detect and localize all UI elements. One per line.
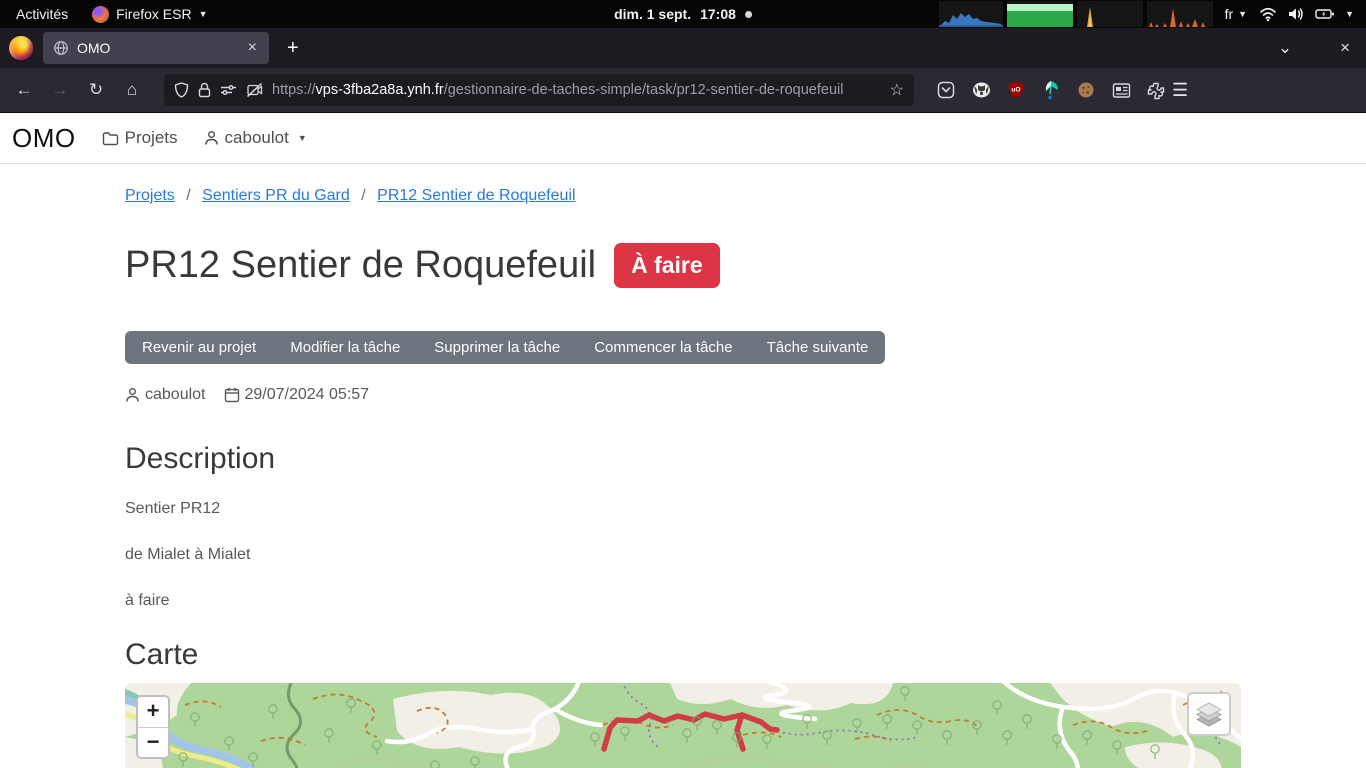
action-button-next-task[interactable]: Tâche suivante [750, 331, 886, 364]
new-tab-button[interactable]: + [281, 37, 305, 60]
autoplay-blocked-icon[interactable] [246, 82, 263, 98]
zoom-out-button[interactable]: − [138, 727, 168, 757]
caret-down-icon: ▼ [298, 133, 307, 143]
map-zoom-control: + − [136, 695, 170, 759]
home-button[interactable]: ⌂ [116, 80, 148, 100]
system-monitor-graphs [939, 1, 1213, 27]
menu-hamburger-icon[interactable]: ☰ [1172, 80, 1188, 101]
meta-author-label: caboulot [145, 386, 206, 404]
url-bar[interactable]: https://vps-3fba2a8a.ynh.fr/gestionnaire… [164, 74, 914, 106]
meta-author: caboulot [125, 386, 206, 404]
status-badge: À faire [614, 243, 720, 288]
firefox-app-menu[interactable]: Firefox ESR ▼ [92, 6, 207, 23]
zoom-in-button[interactable]: + [138, 697, 168, 727]
url-protocol: https:// [272, 82, 316, 98]
forward-button[interactable]: → [44, 80, 76, 100]
nav-projects[interactable]: Projets [102, 128, 178, 148]
action-bar: Revenir au projet Modifier la tâche Supp… [125, 331, 885, 364]
activities-button[interactable]: Activités [10, 4, 74, 24]
shield-icon[interactable] [174, 82, 189, 98]
breadcrumb-separator: / [186, 187, 190, 204]
meta-datetime: 29/07/2024 05:57 [224, 386, 370, 404]
tab-list-chevron-icon[interactable]: ⌄ [1278, 38, 1292, 58]
tab-title: OMO [77, 40, 236, 56]
url-path: /gestionnaire-de-taches-simple/task/pr12… [444, 82, 844, 98]
breadcrumb-link-projects[interactable]: Projets [125, 187, 175, 204]
description-text: Sentier PR12 de Mialet à Mialet à faire [125, 499, 1241, 610]
permissions-icon[interactable] [220, 82, 237, 98]
back-button[interactable]: ← [8, 80, 40, 100]
action-button-back-to-project[interactable]: Revenir au projet [125, 331, 273, 364]
description-paragraph: de Mialet à Mialet [125, 545, 1241, 564]
app-brand[interactable]: OMO [12, 123, 76, 154]
caret-down-icon: ▼ [1345, 10, 1354, 19]
description-paragraph: Sentier PR12 [125, 499, 1241, 518]
firefox-icon [92, 6, 109, 23]
task-meta: caboulot 29/07/2024 05:57 [125, 386, 1241, 404]
layers-icon [1194, 700, 1224, 728]
svg-text:uO: uO [1011, 87, 1020, 94]
ublock-origin-icon[interactable]: uO [1006, 80, 1026, 100]
breadcrumb: Projets / Sentiers PR du Gard / PR12 Sen… [125, 187, 1241, 205]
map[interactable]: + − [125, 683, 1241, 768]
breadcrumb-link-project[interactable]: Sentiers PR du Gard [202, 187, 350, 204]
url-domain: vps-3fba2a8a.ynh.fr [316, 82, 444, 98]
action-button-edit-task[interactable]: Modifier la tâche [273, 331, 417, 364]
action-button-start-task[interactable]: Commencer la tâche [577, 331, 749, 364]
system-status-area[interactable]: ▼ [1259, 6, 1354, 22]
browser-tab[interactable]: OMO × [43, 32, 269, 64]
caret-down-icon: ▼ [199, 10, 208, 19]
umbrella-extension-icon[interactable] [1041, 80, 1061, 100]
pocket-icon[interactable] [936, 80, 956, 100]
meta-datetime-label: 29/07/2024 05:57 [245, 386, 370, 404]
page-title: PR12 Sentier de Roquefeuil [125, 244, 596, 288]
folder-icon [102, 131, 119, 146]
breadcrumb-link-task[interactable]: PR12 Sentier de Roquefeuil [377, 187, 575, 204]
breadcrumb-separator: / [361, 187, 365, 204]
browser-toolbar: ← → ↻ ⌂ https://vps-3fba2a8a.ynh.fr/gest… [0, 68, 1366, 113]
volume-icon [1287, 6, 1305, 22]
cookie-extension-icon[interactable] [1076, 80, 1096, 100]
notification-dot [745, 11, 752, 18]
keyboard-layout-indicator[interactable]: fr ▼ [1225, 6, 1247, 22]
calendar-icon [224, 387, 240, 403]
nav-user-menu[interactable]: caboulot ▼ [204, 128, 307, 148]
app-menu-label: Firefox ESR [116, 6, 191, 22]
wifi-icon [1259, 6, 1277, 22]
app-navbar: OMO Projets caboulot ▼ [0, 113, 1366, 164]
tab-bar: OMO × + ⌄ × [0, 28, 1366, 68]
nav-projects-label: Projets [125, 128, 178, 148]
clock-time: 17:08 [700, 6, 736, 22]
reader-extension-icon[interactable] [1111, 80, 1131, 100]
privacy-badger-icon[interactable] [971, 80, 991, 100]
description-paragraph: à faire [125, 591, 1241, 610]
extensions-puzzle-icon[interactable] [1146, 80, 1166, 100]
clock[interactable]: dim. 1 sept. 17:08 [614, 6, 752, 22]
battery-icon [1315, 6, 1335, 22]
lock-icon[interactable] [198, 82, 211, 98]
action-button-delete-task[interactable]: Supprimer la tâche [417, 331, 577, 364]
firefox-logo-icon [9, 36, 33, 60]
window-close-icon[interactable]: × [1340, 38, 1350, 58]
map-layers-control[interactable] [1187, 692, 1231, 736]
person-icon [125, 387, 140, 403]
webpage: OMO Projets caboulot ▼ Projets / Sentier… [0, 113, 1366, 768]
nav-user-label: caboulot [225, 128, 289, 148]
caret-down-icon: ▼ [1238, 10, 1247, 19]
map-heading: Carte [125, 637, 1241, 673]
description-heading: Description [125, 441, 1241, 477]
gnome-topbar: Activités Firefox ESR ▼ dim. 1 sept. 17:… [0, 0, 1366, 28]
reload-button[interactable]: ↻ [80, 80, 112, 100]
clock-date: dim. 1 sept. [614, 6, 691, 22]
person-icon [204, 130, 219, 146]
map-svg [125, 683, 1241, 768]
globe-icon [53, 40, 69, 56]
tab-close-icon[interactable]: × [244, 39, 261, 57]
keyboard-layout-label: fr [1225, 6, 1234, 22]
url-text[interactable]: https://vps-3fba2a8a.ynh.fr/gestionnaire… [272, 82, 881, 98]
bookmark-star-icon[interactable]: ☆ [890, 80, 904, 100]
